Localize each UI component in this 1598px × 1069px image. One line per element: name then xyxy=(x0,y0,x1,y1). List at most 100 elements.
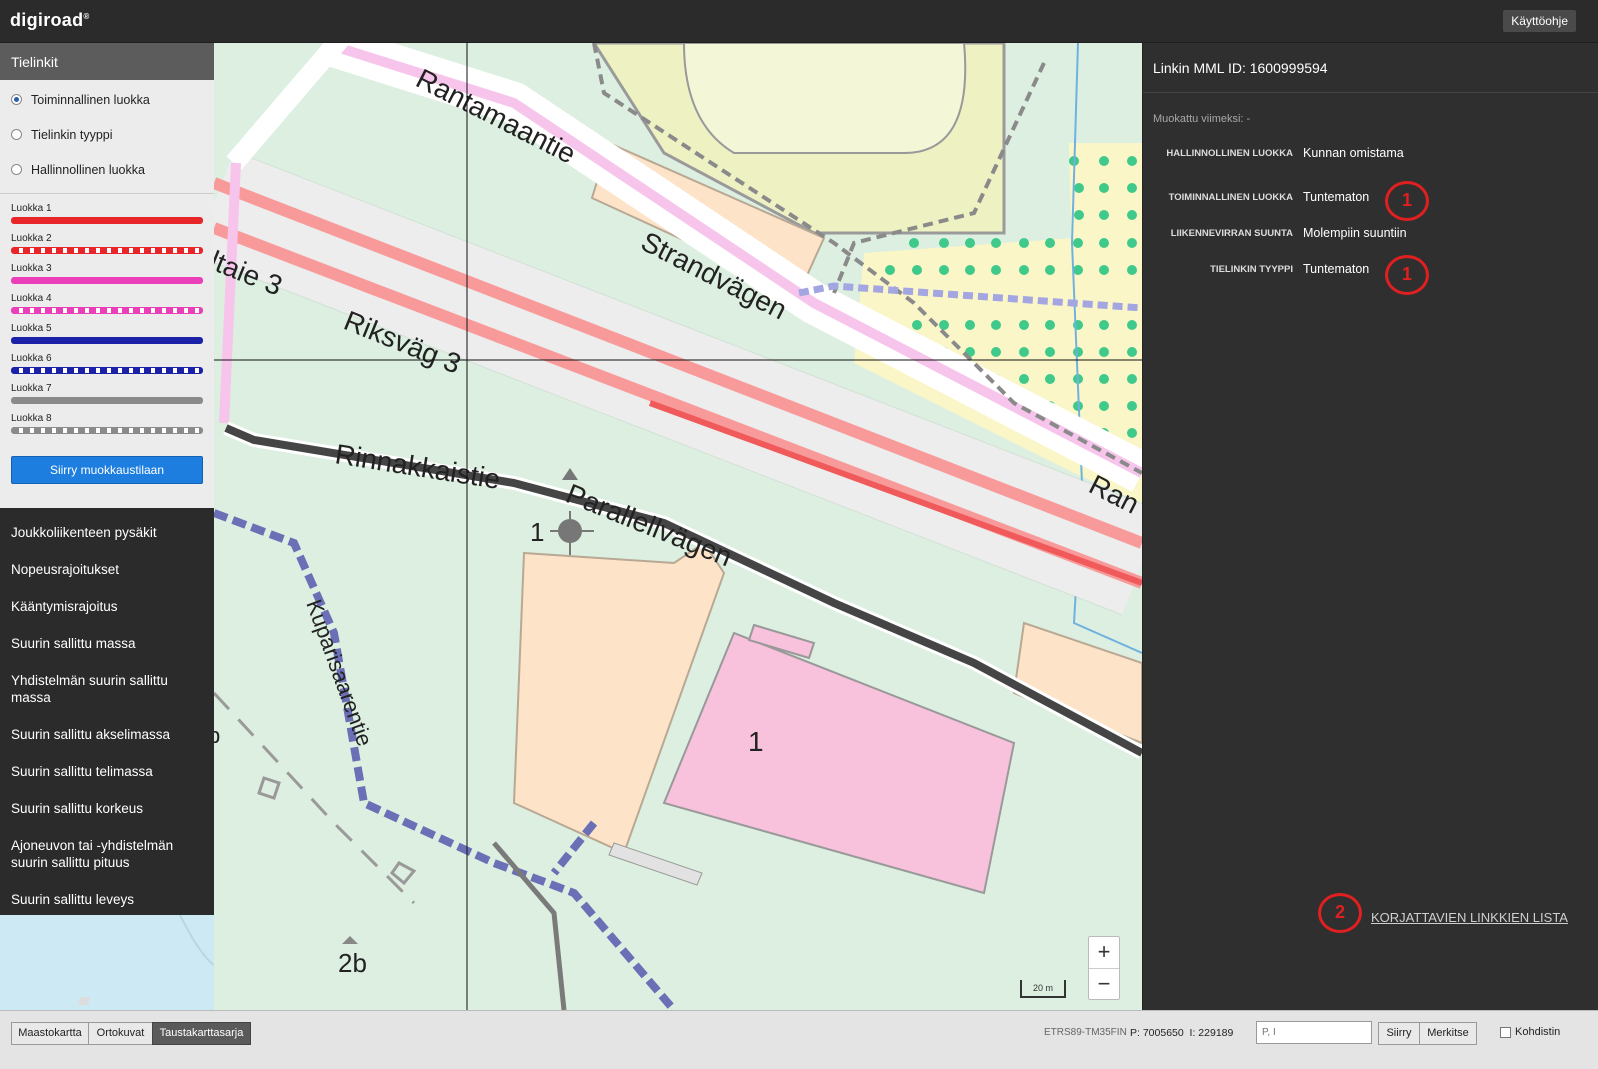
mark-button[interactable]: Merkitse xyxy=(1419,1022,1477,1045)
crosshair-label: Kohdistin xyxy=(1515,1026,1561,1038)
layer-label: Kääntymisrajoitus xyxy=(11,599,118,614)
legend-swatch xyxy=(11,277,203,284)
attribute-row: TOIMINNALLINEN LUOKKA Tuntematon xyxy=(1143,179,1598,215)
radio-icon[interactable] xyxy=(11,129,22,140)
marker-2-fix-list: 2 xyxy=(1318,893,1362,933)
checkbox-icon[interactable] xyxy=(1500,1026,1511,1038)
registered-mark: ® xyxy=(83,12,90,21)
layer-label: Suurin sallittu massa xyxy=(11,636,136,651)
legend-label: Luokka 8 xyxy=(11,413,52,424)
layer-item[interactable]: Kääntymisrajoitus xyxy=(0,588,214,625)
legend-label: Luokka 1 xyxy=(11,203,52,214)
modified-info: Muokattu viimeksi: - xyxy=(1153,113,1251,125)
label-building-1: 1 xyxy=(748,726,764,757)
attribute-label: HALLINNOLLINEN LUOKKA xyxy=(1166,147,1293,159)
left-panel: Tielinkit Toiminnallinen luokka Tielinki… xyxy=(0,43,214,915)
legend-item: Luokka 7 xyxy=(0,382,214,412)
layer-item[interactable]: Joukkoliikenteen pysäkit xyxy=(0,514,214,551)
layer-item[interactable]: Yhdistelmän suurin sallittu massa xyxy=(0,662,214,716)
attribute-value: Tuntematon xyxy=(1303,190,1370,204)
zoom-in-button[interactable]: + xyxy=(1089,937,1119,968)
map-canvas[interactable]: Rantamaantie Strandvägen Ran ltaie 3 Rik… xyxy=(214,43,1142,1010)
digiroad-logo[interactable]: digiroad® xyxy=(10,10,90,31)
legend-swatch xyxy=(11,247,203,254)
attribute-label: TOIMINNALLINEN LUOKKA xyxy=(1168,191,1293,203)
layer-list: Joukkoliikenteen pysäkit Nopeusrajoitukse… xyxy=(0,508,214,918)
legend-swatch xyxy=(11,307,203,314)
legend: Luokka 1 Luokka 2 Luokka 3 Luokka 4 Luokka 5… xyxy=(0,193,214,442)
right-panel: Linkin MML ID: 1600999594 Muokattu viime… xyxy=(1142,43,1598,1010)
radio-label: Tielinkin tyyppi xyxy=(31,127,113,142)
top-bar: digiroad® Käyttöohje xyxy=(0,0,1598,43)
legend-label: Luokka 2 xyxy=(11,233,52,244)
legend-swatch xyxy=(11,397,203,404)
attribute-value: Tuntematon xyxy=(1303,262,1370,276)
attribute-value: Kunnan omistama xyxy=(1303,146,1404,160)
map-water-area[interactable] xyxy=(0,915,214,1010)
layer-label: Suurin sallittu leveys xyxy=(11,892,135,907)
layer-label: Yhdistelmän suurin sallittu massa xyxy=(11,673,168,705)
layer-label: Suurin sallittu akselimassa xyxy=(11,727,171,742)
zoom-out-button[interactable]: − xyxy=(1089,968,1119,999)
label-2b-svg: 2b xyxy=(338,936,367,978)
tielinkit-header[interactable]: Tielinkit xyxy=(0,43,214,80)
attribute-row: LIIKENNEVIRRAN SUUNTA Molempiin suuntiin xyxy=(1143,215,1598,251)
legend-label: Luokka 3 xyxy=(11,263,52,274)
bg-ortokuvat-button[interactable]: Ortokuvat xyxy=(88,1022,153,1045)
edit-mode-button[interactable]: Siirry muokkaustilaan xyxy=(11,456,203,484)
move-button[interactable]: Siirry xyxy=(1378,1022,1420,1045)
radio-icon[interactable] xyxy=(11,164,22,175)
legend-label: Luokka 4 xyxy=(11,293,52,304)
marker-1-functional-class: 1 xyxy=(1385,181,1429,221)
fix-links-list-link[interactable]: KORJATTAVIEN LINKKIEN LISTA xyxy=(1371,910,1568,925)
layer-label: Joukkoliikenteen pysäkit xyxy=(11,525,157,540)
link-id-title: Linkin MML ID: 1600999594 xyxy=(1143,43,1598,93)
layer-item[interactable]: Suurin sallittu leveys xyxy=(0,881,214,918)
layer-item[interactable]: Suurin sallittu telimassa xyxy=(0,753,214,790)
legend-item: Luokka 6 xyxy=(0,352,214,382)
radio-hallinnollinen-luokka[interactable]: Hallinnollinen luokka xyxy=(0,152,214,187)
layer-label: Nopeusrajoitukset xyxy=(11,562,120,577)
radio-label: Hallinnollinen luokka xyxy=(31,162,145,177)
attribute-list: HALLINNOLLINEN LUOKKA Kunnan omistama TOIM… xyxy=(1143,135,1598,287)
bg-taustakarttasarja-button[interactable]: Taustakarttasarja xyxy=(152,1022,251,1045)
legend-label: Luokka 7 xyxy=(11,383,52,394)
legend-item: Luokka 5 xyxy=(0,322,214,352)
attribute-label: LIIKENNEVIRRAN SUUNTA xyxy=(1170,227,1293,239)
legend-swatch xyxy=(11,427,203,434)
layer-item[interactable]: Nopeusrajoitukset xyxy=(0,551,214,588)
help-button[interactable]: Käyttöohje xyxy=(1503,10,1576,32)
radio-tielinkin-tyyppi[interactable]: Tielinkin tyyppi xyxy=(0,117,214,152)
layer-label: Suurin sallittu telimassa xyxy=(11,764,153,779)
logo-text: digiroad xyxy=(10,10,84,30)
map-view[interactable]: Rantamaantie Strandvägen Ran ltaie 3 Rik… xyxy=(214,43,1142,1010)
coordinate-system: ETRS89-TM35FIN xyxy=(1044,1027,1127,1038)
layer-label: Suurin sallittu korkeus xyxy=(11,801,144,816)
legend-item: Luokka 1 xyxy=(0,202,214,232)
layer-item[interactable]: Suurin sallittu massa xyxy=(0,625,214,662)
bg-maastokartta-button[interactable]: Maastokartta xyxy=(11,1022,89,1045)
attribute-row: TIELINKIN TYYPPI Tuntematon xyxy=(1143,251,1598,287)
attribute-label: TIELINKIN TYYPPI xyxy=(1210,263,1293,275)
radio-selected-icon[interactable] xyxy=(11,94,22,105)
bottom-bar: Maastokartta Ortokuvat Taustakarttasarja… xyxy=(0,1010,1598,1069)
coordinate-input[interactable] xyxy=(1256,1021,1372,1044)
coordinate-readout: P: 7005650 I: 229189 xyxy=(1130,1027,1234,1039)
legend-swatch xyxy=(11,217,203,224)
layer-label: Ajoneuvon tai -yhdistelmän suurin sallit… xyxy=(11,838,174,870)
legend-label: Luokka 6 xyxy=(11,353,52,364)
radio-toiminnallinen-luokka[interactable]: Toiminnallinen luokka xyxy=(0,82,214,117)
marker-1-link-type: 1 xyxy=(1385,255,1429,295)
label-2b: 2b xyxy=(338,948,367,978)
legend-swatch xyxy=(11,337,203,344)
layer-item[interactable]: Ajoneuvon tai -yhdistelmän suurin sallit… xyxy=(0,827,214,881)
layer-item[interactable]: Suurin sallittu akselimassa xyxy=(0,716,214,753)
crosshair-toggle[interactable]: Kohdistin xyxy=(1500,1026,1560,1038)
zoom-control: + − xyxy=(1088,936,1120,1000)
radio-label: Toiminnallinen luokka xyxy=(31,92,150,107)
layer-item[interactable]: Suurin sallittu korkeus xyxy=(0,790,214,827)
legend-item: Luokka 4 xyxy=(0,292,214,322)
tielinkit-body: Toiminnallinen luokka Tielinkin tyyppi H… xyxy=(0,80,214,508)
attribute-row: HALLINNOLLINEN LUOKKA Kunnan omistama xyxy=(1143,135,1598,171)
legend-item: Luokka 3 xyxy=(0,262,214,292)
